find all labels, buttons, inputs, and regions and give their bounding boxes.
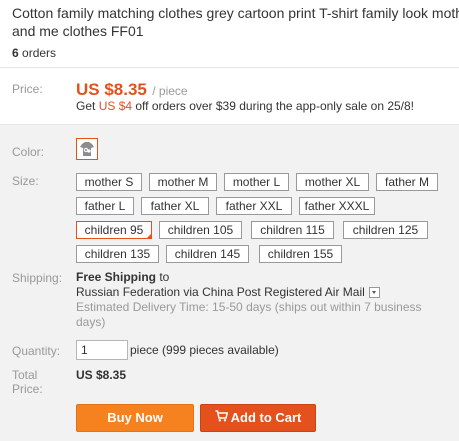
delivery-estimate: Estimated Delivery Time: 15-50 days (shi… bbox=[76, 300, 422, 329]
color-swatch[interactable] bbox=[76, 138, 98, 160]
price-label: Price: bbox=[12, 82, 43, 96]
promo-prefix: Get bbox=[76, 99, 99, 113]
orders-count: 6 orders bbox=[12, 46, 56, 60]
size-option-father-xxl[interactable]: father XXL bbox=[216, 197, 292, 215]
divider bbox=[0, 67, 459, 68]
shipping-destination[interactable]: Russian Federation via China Post Regist… bbox=[76, 285, 365, 299]
cart-icon bbox=[215, 405, 228, 431]
size-option-children-155[interactable]: children 155 bbox=[259, 245, 342, 263]
quantity-input[interactable] bbox=[76, 340, 128, 360]
product-title-line-2: and me clothes FF01 bbox=[12, 23, 144, 39]
size-option-father-m[interactable]: father M bbox=[376, 173, 438, 191]
size-option-mother-xl[interactable]: mother XL bbox=[296, 173, 369, 191]
size-option-mother-m[interactable]: mother M bbox=[149, 173, 217, 191]
orders-number: 6 bbox=[12, 46, 19, 60]
size-option-father-xl[interactable]: father XL bbox=[141, 197, 209, 215]
add-to-cart-label: Add to Cart bbox=[230, 410, 302, 425]
size-option-father-l[interactable]: father L bbox=[76, 197, 134, 215]
size-option-children-145[interactable]: children 145 bbox=[166, 245, 249, 263]
buy-now-label: Buy Now bbox=[107, 410, 163, 425]
size-option-children-115[interactable]: children 115 bbox=[251, 221, 334, 239]
size-option-mother-l[interactable]: mother L bbox=[224, 173, 289, 191]
product-title-line-1: Cotton family matching clothes grey cart… bbox=[12, 5, 459, 21]
quantity-label: Quantity: bbox=[12, 344, 61, 358]
product-title: Cotton family matching clothes grey cart… bbox=[12, 4, 459, 40]
shipping-destination-line[interactable]: Russian Federation via China Post Regist… bbox=[76, 285, 446, 300]
add-to-cart-button[interactable]: Add to Cart bbox=[200, 404, 316, 432]
price-unit: / piece bbox=[152, 84, 188, 98]
buy-now-button[interactable]: Buy Now bbox=[76, 404, 194, 432]
promo-amount: US $4 bbox=[98, 99, 133, 113]
promo-suffix: off orders over $39 during the app-only … bbox=[132, 99, 415, 113]
size-label: Size: bbox=[12, 174, 39, 188]
color-label: Color: bbox=[12, 145, 45, 159]
size-option-children-135[interactable]: children 135 bbox=[76, 245, 159, 263]
quantity-availability: piece (999 pieces available) bbox=[130, 343, 279, 357]
shipping-info: Free Shipping to Russian Federation via … bbox=[76, 270, 446, 330]
total-label-line-1: Total bbox=[12, 368, 38, 382]
size-option-father-xxxl[interactable]: father XXXL bbox=[299, 197, 375, 215]
total-price-value: US $8.35 bbox=[76, 368, 127, 382]
dropdown-arrow-icon[interactable] bbox=[368, 287, 380, 299]
total-price-label: Total Price: bbox=[12, 368, 43, 396]
shipping-label: Shipping: bbox=[12, 271, 63, 285]
shipping-free-line: Free Shipping to bbox=[76, 270, 446, 285]
orders-label: orders bbox=[22, 46, 57, 60]
cartoon-shirt-thumbnail-icon bbox=[77, 139, 97, 159]
free-shipping-text: Free Shipping bbox=[76, 270, 157, 284]
size-option-mother-s[interactable]: mother S bbox=[76, 173, 142, 191]
size-option-children-125[interactable]: children 125 bbox=[343, 221, 428, 239]
size-option-children-105[interactable]: children 105 bbox=[159, 221, 242, 239]
total-label-line-2: Price: bbox=[12, 382, 43, 396]
price-value: US $8.35 bbox=[76, 80, 147, 99]
price: US $8.35 / piece bbox=[76, 80, 188, 100]
shipping-to: to bbox=[156, 270, 170, 284]
size-option-children-95[interactable]: children 95 bbox=[76, 221, 152, 239]
app-promo: Get US $4 off orders over $39 during the… bbox=[76, 99, 414, 113]
